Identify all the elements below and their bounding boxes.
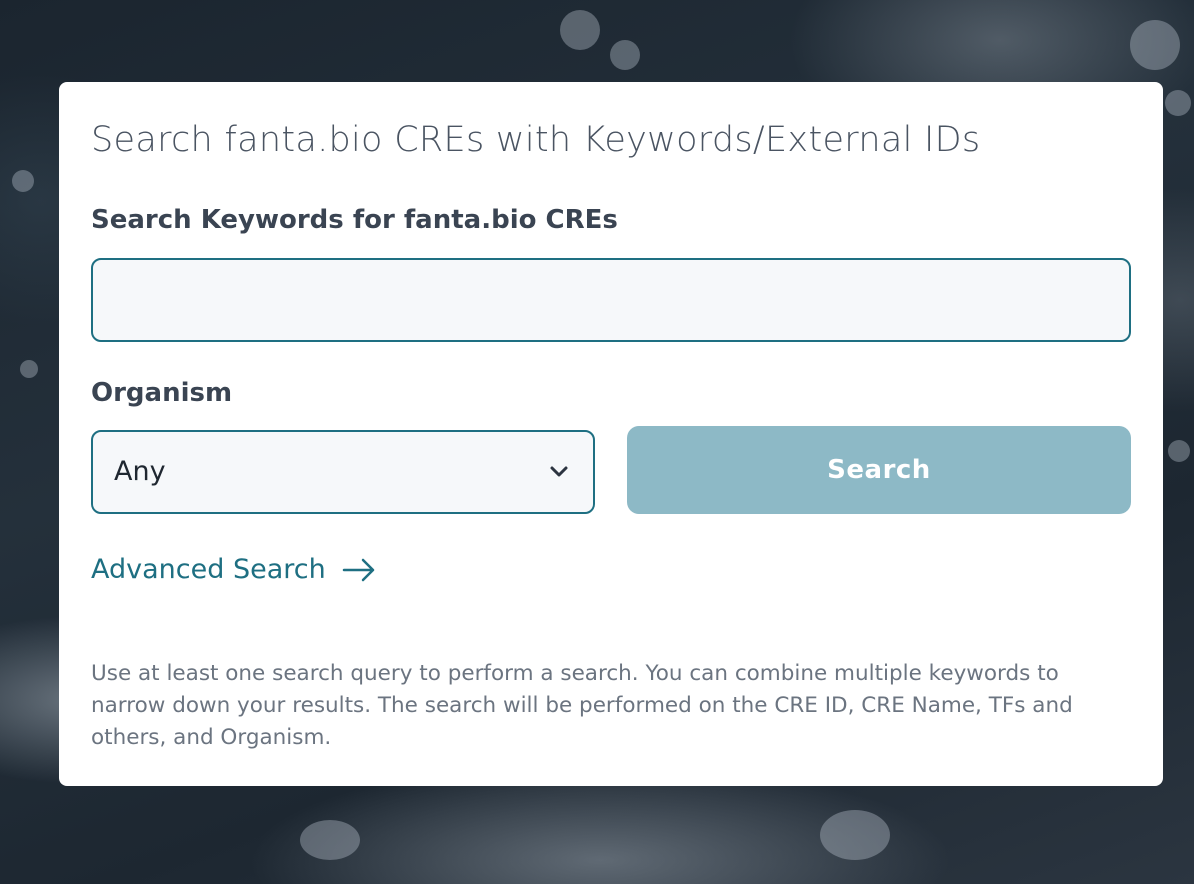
organism-selected-value: Any (114, 456, 166, 487)
search-button[interactable]: Search (627, 426, 1131, 514)
advanced-search-label: Advanced Search (91, 554, 326, 585)
search-card: Search fanta.bio CREs with Keywords/Exte… (59, 82, 1163, 786)
background-cell (20, 360, 38, 378)
background-cell (560, 10, 600, 50)
background-cell (12, 170, 34, 192)
chevron-down-icon (550, 466, 568, 477)
background-cell (1168, 440, 1190, 462)
background-cell (820, 810, 890, 860)
organism-select[interactable]: Any (91, 430, 595, 514)
background-cell (610, 40, 640, 70)
advanced-search-link[interactable]: Advanced Search (91, 554, 376, 585)
background-cell (300, 820, 360, 860)
background-cell (1130, 20, 1180, 70)
keywords-search-input[interactable] (91, 258, 1131, 342)
background-cell (1165, 90, 1191, 116)
help-text: Use at least one search query to perform… (91, 661, 1073, 750)
page-title: Search fanta.bio CREs with Keywords/Exte… (91, 120, 981, 160)
keywords-label: Search Keywords for fanta.bio CREs (91, 205, 618, 235)
arrow-right-icon (342, 558, 374, 581)
organism-label: Organism (91, 378, 233, 408)
